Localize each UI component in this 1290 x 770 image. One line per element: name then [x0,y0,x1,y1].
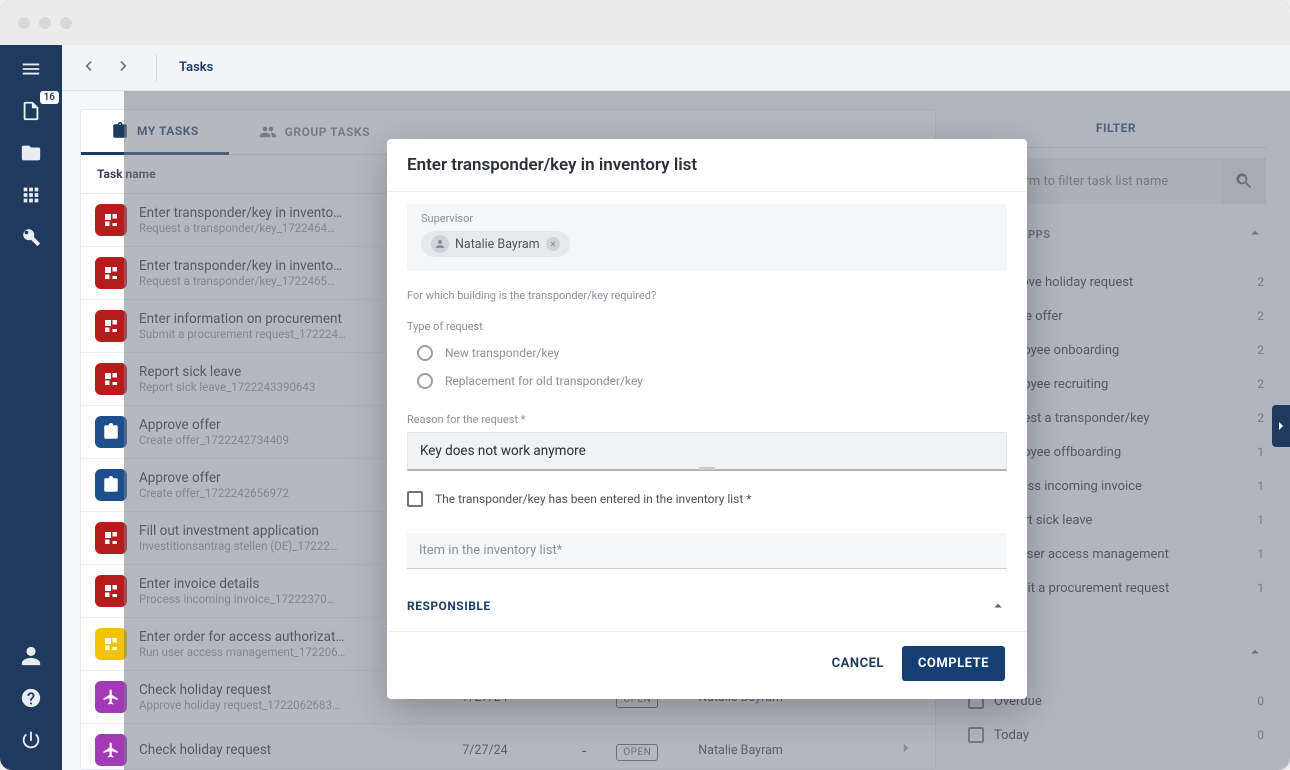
task-type-icon [95,469,127,501]
forward-arrow-icon[interactable] [114,56,134,80]
inventory-check-row[interactable]: The transponder/key has been entered in … [407,491,1007,507]
window-dot [60,17,72,29]
power-icon[interactable] [19,728,43,752]
avatar-icon [431,235,449,253]
inventory-check-label: The transponder/key has been entered in … [435,492,751,506]
main-area: Tasks MY TASKS GROUP TASKS [62,45,1290,770]
remove-chip-icon[interactable] [546,237,560,251]
supervisor-label: Supervisor [421,212,993,225]
reason-label: Reason for the request * [407,413,1007,426]
checkbox-icon [407,491,423,507]
sidebar: 16 [0,45,62,770]
radio-icon [417,345,433,361]
wrench-icon[interactable] [19,225,43,249]
folder-icon[interactable] [19,141,43,165]
modal-body: Supervisor Natalie Bayram For which buil… [387,192,1027,631]
app-body: 16 [0,45,1290,770]
responsible-label: RESPONSIBLE [407,599,491,613]
building-question: For which building is the transponder/ke… [407,289,1007,302]
task-type-icon [95,522,127,554]
task-type-icon [95,363,127,395]
hamburger-icon[interactable] [19,57,43,81]
breadcrumb: Tasks [179,60,213,75]
task-type-icon [95,204,127,236]
modal-overlay: Enter transponder/key in inventory list … [124,91,1290,770]
topbar: Tasks [62,45,1290,91]
responsible-section[interactable]: RESPONSIBLE [407,597,1007,625]
task-type-icon [95,416,127,448]
radio-new[interactable]: New transponder/key [407,339,1007,367]
type-label: Type of request [407,320,1007,333]
item-input[interactable]: Item in the inventory list* [407,533,1007,569]
cancel-button[interactable]: CANCEL [832,656,884,671]
supervisor-chip[interactable]: Natalie Bayram [421,231,570,257]
side-expander[interactable] [1272,405,1290,447]
back-arrow-icon[interactable] [78,56,98,80]
task-type-icon [95,257,127,289]
user-icon[interactable] [19,644,43,668]
modal-footer: CANCEL COMPLETE [387,631,1027,699]
reason-input[interactable]: Key does not work anymore [407,432,1007,471]
radio-icon [417,373,433,389]
supervisor-field: Supervisor Natalie Bayram [407,204,1007,271]
radio-label: New transponder/key [445,346,559,360]
modal: Enter transponder/key in inventory list … [387,139,1027,699]
task-type-icon [95,575,127,607]
task-type-icon [95,734,127,766]
radio-label: Replacement for old transponder/key [445,374,643,388]
apps-grid-icon[interactable] [19,183,43,207]
tasks-icon[interactable]: 16 [19,99,43,123]
divider [156,55,157,81]
task-type-icon [95,628,127,660]
help-icon[interactable] [19,686,43,710]
modal-title: Enter transponder/key in inventory list [387,139,1027,192]
task-count-badge: 16 [40,91,59,104]
window-titlebar [0,0,1290,45]
complete-button[interactable]: COMPLETE [902,646,1005,681]
radio-replace[interactable]: Replacement for old transponder/key [407,367,1007,395]
task-type-icon [95,310,127,342]
window-dot [18,17,30,29]
supervisor-name: Natalie Bayram [455,237,540,252]
app-window: 16 [0,0,1290,770]
chevron-up-icon [989,597,1007,615]
task-type-icon [95,681,127,713]
window-dot [39,17,51,29]
